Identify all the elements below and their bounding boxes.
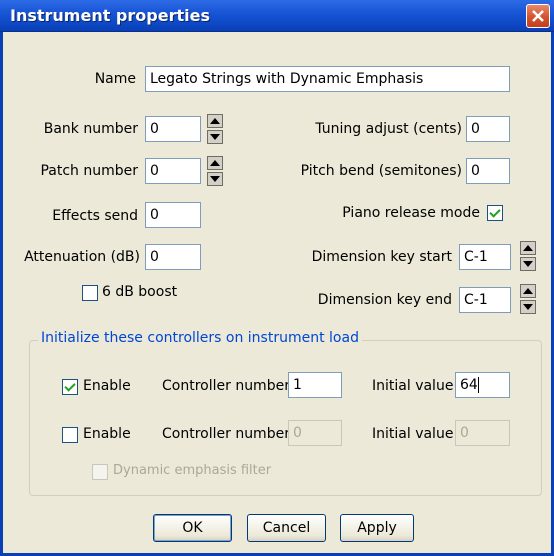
- dynamic-filter-label: Dynamic emphasis filter: [113, 463, 272, 478]
- dim-key-start-input[interactable]: C-1: [459, 244, 511, 270]
- dim-key-end-input[interactable]: C-1: [459, 287, 511, 313]
- effects-send-input[interactable]: 0: [145, 202, 201, 228]
- controller-1-initial-value: 64: [460, 377, 478, 393]
- controller-2-number-input[interactable]: 0: [288, 420, 342, 446]
- spinner-up-icon[interactable]: [520, 241, 536, 255]
- pitch-bend-input[interactable]: 0: [466, 158, 510, 184]
- spinner-up-icon[interactable]: [207, 114, 223, 128]
- spinner-up-icon[interactable]: [207, 156, 223, 170]
- spinner-down-icon[interactable]: [520, 300, 536, 314]
- dim-key-start-spinner[interactable]: [520, 241, 536, 271]
- controller-2-number-label: Controller number: [162, 426, 290, 442]
- dynamic-filter-checkbox[interactable]: [92, 464, 108, 480]
- tuning-adjust-input[interactable]: 0: [466, 116, 510, 142]
- controller-1-initial-input[interactable]: 64: [455, 372, 510, 398]
- cancel-button[interactable]: Cancel: [247, 514, 326, 542]
- apply-button[interactable]: Apply: [340, 514, 414, 542]
- bank-number-spinner[interactable]: [207, 114, 223, 144]
- close-icon: [532, 10, 544, 22]
- patch-number-label: Patch number: [40, 163, 138, 179]
- pitch-bend-label: Pitch bend (semitones): [300, 163, 462, 179]
- name-input[interactable]: Legato Strings with Dynamic Emphasis: [145, 66, 510, 92]
- piano-release-label: Piano release mode: [342, 205, 480, 221]
- spinner-up-icon[interactable]: [520, 284, 536, 298]
- bank-number-label: Bank number: [43, 121, 138, 137]
- attenuation-label: Attenuation (dB): [24, 249, 140, 265]
- controller-1-number-input[interactable]: 1: [288, 372, 342, 398]
- ok-button[interactable]: OK: [153, 514, 232, 542]
- spinner-down-icon[interactable]: [520, 257, 536, 271]
- attenuation-input[interactable]: 0: [145, 244, 201, 270]
- close-button[interactable]: [526, 4, 550, 28]
- spinner-down-icon[interactable]: [207, 172, 223, 186]
- dim-key-end-label: Dimension key end: [317, 292, 452, 308]
- checkmark-icon: [489, 205, 501, 218]
- controller-2-initial-label: Initial value: [372, 426, 454, 442]
- patch-number-input[interactable]: 0: [145, 158, 201, 184]
- text-caret: [477, 377, 479, 393]
- controller-1-initial-label: Initial value: [372, 378, 454, 394]
- dim-key-end-spinner[interactable]: [520, 284, 536, 314]
- controller-1-enable-label: Enable: [83, 378, 131, 394]
- controllers-group-title: Initialize these controllers on instrume…: [38, 330, 362, 346]
- piano-release-checkbox[interactable]: [487, 205, 503, 221]
- controller-1-enable-checkbox[interactable]: [62, 379, 78, 395]
- name-label: Name: [94, 71, 136, 87]
- controller-1-number-label: Controller number: [162, 378, 290, 394]
- controller-2-initial-input[interactable]: 0: [455, 420, 510, 446]
- boost-label: 6 dB boost: [102, 284, 178, 300]
- effects-send-label: Effects send: [52, 208, 138, 224]
- window-title: Instrument properties: [10, 6, 210, 25]
- bank-number-input[interactable]: 0: [145, 116, 201, 142]
- checkmark-icon: [64, 379, 76, 392]
- controller-2-enable-checkbox[interactable]: [62, 427, 78, 443]
- tuning-adjust-label: Tuning adjust (cents): [315, 121, 462, 137]
- boost-checkbox[interactable]: [82, 285, 98, 301]
- patch-number-spinner[interactable]: [207, 156, 223, 186]
- spinner-down-icon[interactable]: [207, 130, 223, 144]
- dim-key-start-label: Dimension key start: [311, 249, 452, 265]
- controller-2-enable-label: Enable: [83, 426, 131, 442]
